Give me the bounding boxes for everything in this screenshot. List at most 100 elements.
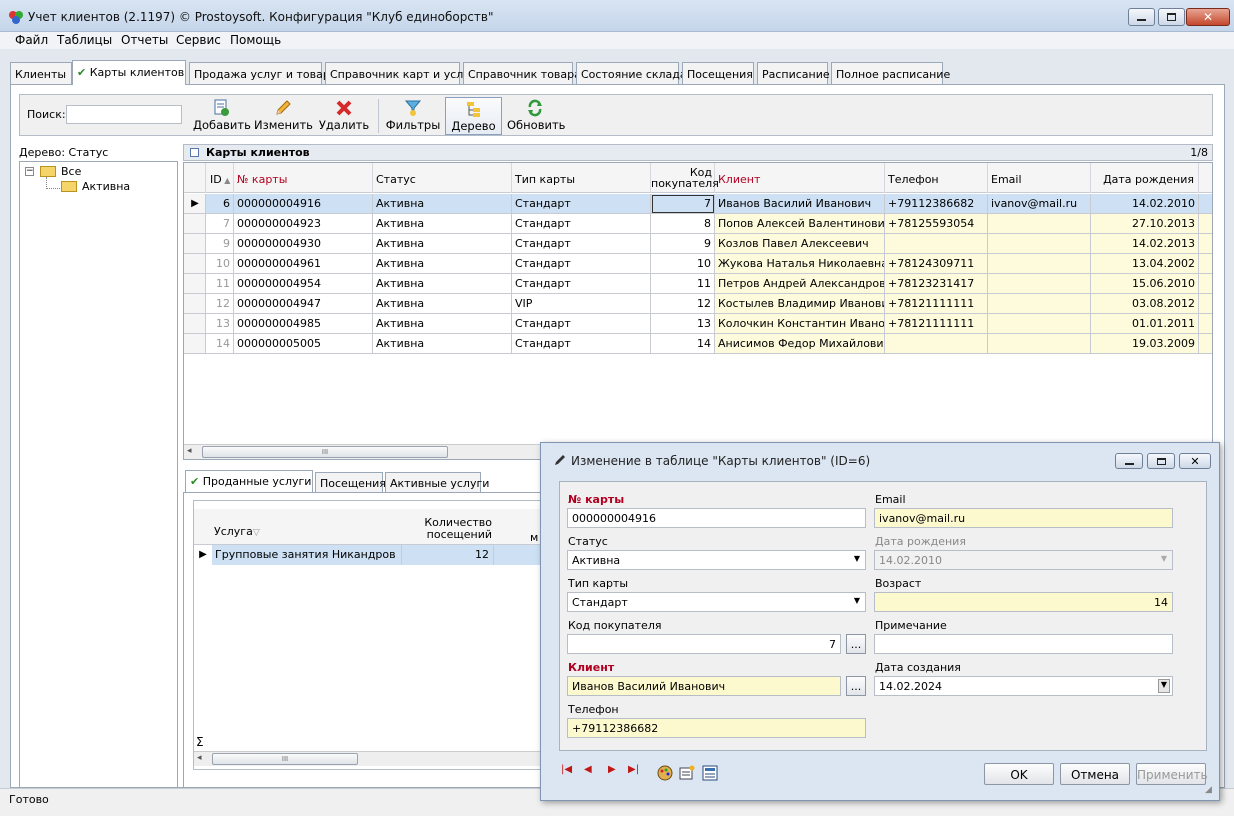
cell-status[interactable]: Активна <box>373 194 512 214</box>
status-select[interactable]: Активна ▼ <box>567 550 866 570</box>
cell-email[interactable]: ivanov@mail.ru <box>988 194 1091 214</box>
nav-first-icon[interactable]: |◀ <box>561 764 572 775</box>
tab-goods-ref[interactable]: Справочник товара <box>463 62 581 84</box>
cell-status[interactable]: Активна <box>373 274 512 294</box>
table-row[interactable]: ▶ 6 000000004916 Активна Стандарт 7 Иванов Вас… <box>184 194 1212 214</box>
cell-status[interactable]: Активна <box>373 234 512 254</box>
dialog-minimize-button[interactable] <box>1115 453 1143 469</box>
col-email[interactable]: Email <box>988 163 1091 193</box>
row-indicator[interactable] <box>184 234 206 254</box>
cell-status[interactable]: Активна <box>373 294 512 314</box>
cell-phone[interactable] <box>885 234 988 254</box>
scroll-thumb[interactable]: III <box>202 446 448 458</box>
cancel-button[interactable]: Отмена <box>1060 763 1130 785</box>
scroll-thumb[interactable]: III <box>212 753 358 765</box>
cell-card[interactable]: 000000004916 <box>234 194 373 214</box>
close-button[interactable]: ✕ <box>1186 8 1230 26</box>
row-indicator[interactable] <box>184 254 206 274</box>
resize-grip-icon[interactable]: ◢ <box>1205 785 1212 795</box>
cell-code[interactable]: 9 <box>651 234 715 254</box>
cell-birth[interactable]: 03.08.2012 <box>1091 294 1199 314</box>
filters-button[interactable]: Фильтры <box>385 97 441 135</box>
cell-code[interactable]: 7 <box>651 194 715 214</box>
cell-card[interactable]: 000000004947 <box>234 294 373 314</box>
col-buyer-code[interactable]: Код покупателя <box>651 163 719 193</box>
col-card-no[interactable]: № карты <box>234 163 373 193</box>
scroll-left-icon[interactable]: ◂ <box>197 753 202 763</box>
cell-type[interactable]: Стандарт <box>512 314 651 334</box>
note-field[interactable] <box>874 634 1173 654</box>
cell-email[interactable] <box>988 234 1091 254</box>
cell-code[interactable]: 13 <box>651 314 715 334</box>
cell-id[interactable]: 11 <box>206 274 234 294</box>
tab-schedule[interactable]: Расписание <box>757 62 830 84</box>
table-row[interactable]: 11 000000004954 Активна Стандарт 11 Петров Ан… <box>184 274 1212 294</box>
nav-next-icon[interactable]: ▶ <box>608 764 616 775</box>
cell-client[interactable]: Анисимов Федор Михайлович <box>715 334 885 354</box>
cell-code[interactable]: 10 <box>651 254 715 274</box>
table-row[interactable]: 12 000000004947 Активна VIP 12 Костылев Влади… <box>184 294 1212 314</box>
cell-phone[interactable]: +79112386682 <box>885 194 988 214</box>
dialog-close-button[interactable]: ✕ <box>1179 453 1211 469</box>
col-visit-count[interactable]: Количество посещений <box>404 517 492 541</box>
cell-code[interactable]: 12 <box>651 294 715 314</box>
buyer-code-browse-button[interactable]: ... <box>846 634 866 654</box>
cell-birth[interactable]: 27.10.2013 <box>1091 214 1199 234</box>
table-row[interactable]: 13 000000004985 Активна Стандарт 13 Колочкин … <box>184 314 1212 334</box>
cell-birth[interactable]: 13.04.2002 <box>1091 254 1199 274</box>
cell-client[interactable]: Костылев Владимир Иванович <box>715 294 885 314</box>
col-birthdate[interactable]: Дата рождения <box>1091 163 1199 193</box>
tab-warehouse[interactable]: Состояние склада <box>576 62 687 84</box>
cell-status[interactable]: Активна <box>373 334 512 354</box>
cell-client[interactable]: Козлов Павел Алексеевич <box>715 234 885 254</box>
service-cell[interactable]: Групповые занятия Никандров <box>212 545 402 565</box>
cell-email[interactable] <box>988 314 1091 334</box>
delete-button[interactable]: Удалить <box>318 97 370 135</box>
cell-id[interactable]: 9 <box>206 234 234 254</box>
cell-birth[interactable]: 14.02.2010 <box>1091 194 1199 214</box>
row-pointer-icon[interactable]: ▶ <box>184 194 206 214</box>
cell-code[interactable]: 14 <box>651 334 715 354</box>
col-id[interactable]: ID ▲ <box>206 163 234 193</box>
tab-sales[interactable]: Продажа услуг и товара <box>189 62 337 84</box>
cell-birth[interactable]: 15.06.2010 <box>1091 274 1199 294</box>
cell-email[interactable] <box>988 214 1091 234</box>
count-cell[interactable]: 12 <box>402 545 494 565</box>
cell-email[interactable] <box>988 294 1091 314</box>
tree-button[interactable]: Дерево <box>445 97 502 135</box>
menu-help[interactable]: Помощь <box>230 33 281 47</box>
cell-type[interactable]: Стандарт <box>512 254 651 274</box>
cell-id[interactable]: 14 <box>206 334 234 354</box>
dialog-maximize-button[interactable] <box>1147 453 1175 469</box>
cell-phone[interactable]: +78123231417 <box>885 274 988 294</box>
card-no-field[interactable]: 000000004916 <box>567 508 866 528</box>
cell-type[interactable]: Стандарт <box>512 234 651 254</box>
card-type-select[interactable]: Стандарт ▼ <box>567 592 866 612</box>
tab-active-services[interactable]: Активные услуги <box>385 472 489 492</box>
buyer-code-field[interactable]: 7 <box>567 634 841 654</box>
add-button[interactable]: Добавить <box>193 97 251 135</box>
refresh-button[interactable]: Обновить <box>507 97 565 135</box>
row-indicator[interactable] <box>184 214 206 234</box>
menu-tables[interactable]: Таблицы <box>57 33 112 47</box>
apply-button[interactable]: Применить <box>1136 763 1208 785</box>
cell-birth[interactable]: 01.01.2011 <box>1091 314 1199 334</box>
col-client[interactable]: Клиент <box>715 163 885 193</box>
client-browse-button[interactable]: ... <box>846 676 866 696</box>
cell-type[interactable]: Стандарт <box>512 214 651 234</box>
age-field[interactable]: 14 <box>874 592 1173 612</box>
cell-birth[interactable]: 19.03.2009 <box>1091 334 1199 354</box>
nav-prev-icon[interactable]: ◀ <box>584 764 592 775</box>
tree-collapse-toggle[interactable]: − <box>25 167 34 176</box>
client-field[interactable]: Иванов Василий Иванович <box>567 676 841 696</box>
cell-card[interactable]: 000000004954 <box>234 274 373 294</box>
ok-button[interactable]: OK <box>984 763 1054 785</box>
tab-visits[interactable]: Посещения <box>682 62 754 84</box>
maximize-button[interactable] <box>1158 8 1185 26</box>
cell-type[interactable]: Стандарт <box>512 194 651 214</box>
tab-clients[interactable]: Клиенты <box>10 62 72 84</box>
cell-id[interactable]: 13 <box>206 314 234 334</box>
cell-status[interactable]: Активна <box>373 254 512 274</box>
cell-email[interactable] <box>988 254 1091 274</box>
chevron-down-icon[interactable]: ▼ <box>1158 679 1170 693</box>
